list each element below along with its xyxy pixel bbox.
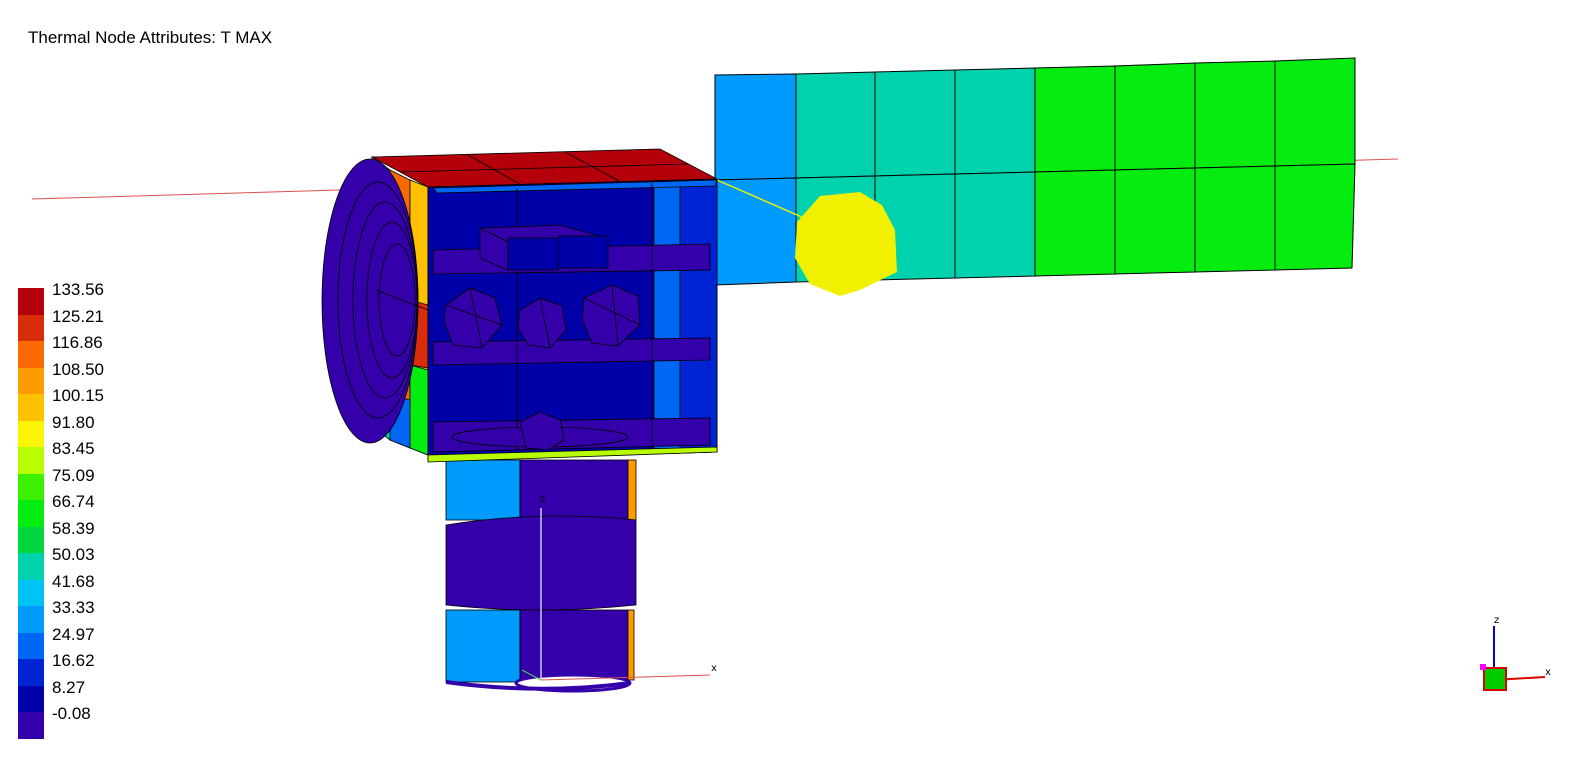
legend-swatch (18, 632, 44, 659)
triad-z-label: z (1494, 615, 1499, 626)
legend-label: 50.03 (52, 545, 95, 564)
model-z-label: z (540, 494, 545, 505)
view-title: Thermal Node Attributes: T MAX (28, 28, 273, 47)
legend-swatch (18, 420, 44, 447)
legend-label: 83.45 (52, 439, 95, 458)
legend-swatch (18, 606, 44, 633)
legend-swatch (18, 341, 44, 368)
model-canvas[interactable]: z x z x (0, 0, 1595, 765)
legend-row: 16.62 (18, 651, 158, 686)
legend-swatch (18, 526, 44, 553)
legend-label: 58.39 (52, 518, 95, 538)
legend-label: 33.33 (52, 598, 95, 617)
legend-swatch (18, 500, 44, 527)
yellow-component (795, 192, 897, 296)
legend-label: -0.08 (52, 704, 91, 723)
color-legend: 133.56 125.21 116.86 108.50 100.15 91.80 83.45… (18, 280, 158, 739)
legend-label: 108.50 (52, 359, 104, 379)
legend-row: -0.08 (18, 704, 158, 739)
orientation-triad[interactable] (1480, 626, 1546, 691)
triad-x-label: x (1545, 667, 1551, 678)
legend-swatch (18, 473, 44, 500)
legend-swatch (18, 659, 44, 686)
legend-swatch (18, 553, 44, 580)
legend-label: 66.74 (52, 492, 95, 511)
legend-swatch (18, 288, 44, 315)
legend-label: 41.68 (52, 571, 95, 591)
legend-label: 16.62 (52, 651, 95, 670)
legend-label: 8.27 (52, 677, 86, 697)
legend-label: 100.15 (52, 386, 104, 405)
legend-swatch (18, 447, 44, 474)
legend-label: 91.80 (52, 412, 95, 432)
legend-label: 133.56 (52, 280, 104, 299)
legend-label: 125.21 (52, 306, 104, 326)
legend-swatch (18, 394, 44, 421)
model-x-label: x (711, 663, 717, 674)
legend-swatch (18, 685, 44, 712)
3d-viewport[interactable]: z x z x Thermal Node Attributes: T MAX 1… (0, 0, 1595, 765)
legend-swatch (18, 314, 44, 341)
legend-swatch (18, 712, 44, 739)
legend-label: 24.97 (52, 624, 95, 644)
legend-swatch (18, 367, 44, 394)
legend-swatch (18, 579, 44, 606)
legend-label: 75.09 (52, 465, 95, 485)
main-box (370, 148, 719, 463)
legend-label: 116.86 (52, 333, 103, 352)
